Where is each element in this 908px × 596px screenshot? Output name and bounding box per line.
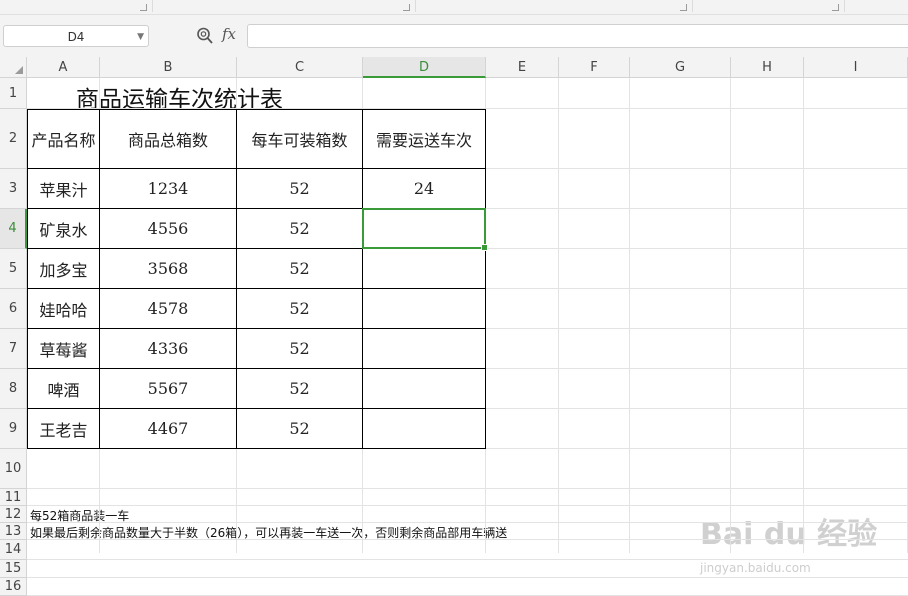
row-header-7[interactable]: 7 <box>0 329 27 369</box>
gridline-vertical <box>558 78 559 553</box>
table-cell[interactable]: 5567 <box>100 369 237 409</box>
column-header-b[interactable]: B <box>100 57 237 78</box>
column-header-d[interactable]: D <box>363 57 486 78</box>
column-header-f[interactable]: F <box>559 57 630 78</box>
baidu-watermark: Bai du 经验 jingyan.baidu.com <box>700 509 890 579</box>
row-header-8[interactable]: 8 <box>0 369 27 409</box>
row-header-10[interactable]: 10 <box>0 449 27 489</box>
zoom-icon[interactable] <box>196 26 214 46</box>
gridline-horizontal <box>27 559 908 560</box>
table-cell[interactable]: 52 <box>237 289 363 329</box>
gridline-horizontal <box>27 522 908 523</box>
ribbon-expand-icon[interactable] <box>680 4 687 11</box>
table-cell[interactable]: 52 <box>237 249 363 289</box>
gridline-vertical <box>803 78 804 553</box>
table-cell[interactable]: 24 <box>363 169 486 209</box>
ribbon-expand-icon[interactable] <box>403 4 410 11</box>
table-cell[interactable]: 加多宝 <box>27 249 100 289</box>
gridline-horizontal <box>27 539 908 540</box>
row-header-3[interactable]: 3 <box>0 169 27 209</box>
fx-icon[interactable]: fx <box>222 25 236 43</box>
ribbon-separator <box>844 0 845 12</box>
row-header-6[interactable]: 6 <box>0 289 27 329</box>
row-header-14[interactable]: 14 <box>0 540 27 560</box>
table-cell[interactable]: 4578 <box>100 289 237 329</box>
table-header-cell[interactable]: 每车可装箱数 <box>237 109 363 169</box>
table-cell[interactable]: 4556 <box>100 209 237 249</box>
table-header-cell[interactable]: 需要运送车次 <box>363 109 486 169</box>
table-cell[interactable]: 52 <box>237 329 363 369</box>
table-cell[interactable] <box>363 369 486 409</box>
select-all-corner[interactable] <box>0 57 27 78</box>
gridline-horizontal <box>27 488 908 489</box>
gridline-vertical <box>730 78 731 553</box>
formula-input[interactable] <box>247 24 908 48</box>
chevron-down-icon[interactable]: ▼ <box>137 26 144 48</box>
table-cell[interactable]: 娃哈哈 <box>27 289 100 329</box>
table-cell[interactable]: 矿泉水 <box>27 209 100 249</box>
table-cell[interactable]: 52 <box>237 209 363 249</box>
row-header-2[interactable]: 2 <box>0 109 27 169</box>
table-cell[interactable]: 苹果汁 <box>27 169 100 209</box>
row-header-15[interactable]: 15 <box>0 560 27 578</box>
row-header-5[interactable]: 5 <box>0 249 27 289</box>
watermark-url: jingyan.baidu.com <box>700 561 811 575</box>
table-cell[interactable]: 3568 <box>100 249 237 289</box>
gridline-vertical <box>629 78 630 553</box>
column-header-h[interactable]: H <box>731 57 804 78</box>
gridline-horizontal <box>27 505 908 506</box>
column-header-i[interactable]: I <box>804 57 908 78</box>
row-header-12[interactable]: 12 <box>0 506 27 523</box>
table-cell[interactable]: 4467 <box>100 409 237 449</box>
ribbon-separator <box>152 0 153 12</box>
ribbon-separator <box>415 0 416 12</box>
formula-bar: D4 ▼ fx <box>0 15 908 57</box>
table-cell[interactable]: 52 <box>237 169 363 209</box>
column-header-g[interactable]: G <box>630 57 731 78</box>
table-cell[interactable]: 王老吉 <box>27 409 100 449</box>
ribbon-expand-icon[interactable] <box>832 4 839 11</box>
ribbon-separator <box>692 0 693 12</box>
table-header-cell[interactable]: 产品名称 <box>27 109 100 169</box>
table-cell[interactable] <box>363 329 486 369</box>
row-header-1[interactable]: 1 <box>0 78 27 109</box>
table-cell[interactable]: 4336 <box>100 329 237 369</box>
table-cell[interactable]: 草莓酱 <box>27 329 100 369</box>
table-cell[interactable]: 52 <box>237 409 363 449</box>
gridline-horizontal <box>27 577 908 578</box>
ribbon-expand-icon[interactable] <box>140 4 147 11</box>
column-header-a[interactable]: A <box>27 57 100 78</box>
row-header-9[interactable]: 9 <box>0 409 27 449</box>
row-header-11[interactable]: 11 <box>0 489 27 506</box>
table-cell[interactable] <box>363 409 486 449</box>
ribbon-strip <box>0 0 908 15</box>
table-cell[interactable]: 1234 <box>100 169 237 209</box>
fill-handle[interactable] <box>481 244 488 251</box>
table-cell[interactable] <box>363 289 486 329</box>
column-header-e[interactable]: E <box>486 57 559 78</box>
column-header-c[interactable]: C <box>237 57 363 78</box>
active-cell-selection[interactable] <box>362 208 488 251</box>
table-cell[interactable]: 52 <box>237 369 363 409</box>
spreadsheet-grid[interactable]: 商品运输车次统计表 每52箱商品装一车 如果最后剩余商品数量大于半数（26箱），… <box>0 57 908 596</box>
watermark-brand: Bai du 经验 <box>700 517 878 552</box>
table-cell[interactable] <box>363 249 486 289</box>
name-box-value: D4 <box>67 30 85 44</box>
row-header-4[interactable]: 4 <box>0 209 27 249</box>
row-header-13[interactable]: 13 <box>0 523 27 540</box>
row-header-16[interactable]: 16 <box>0 578 27 596</box>
name-box[interactable]: D4 ▼ <box>3 25 149 47</box>
table-cell[interactable]: 啤酒 <box>27 369 100 409</box>
table-header-cell[interactable]: 商品总箱数 <box>100 109 237 169</box>
